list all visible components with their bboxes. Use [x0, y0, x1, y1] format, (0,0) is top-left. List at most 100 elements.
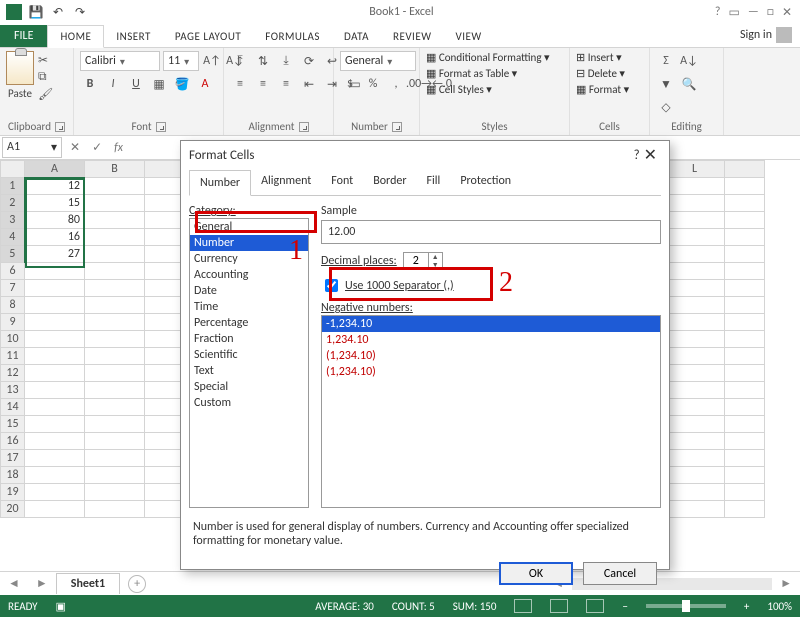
format-painter-icon[interactable]: 🖌: [38, 87, 54, 101]
cell[interactable]: [85, 348, 145, 365]
cell[interactable]: [85, 450, 145, 467]
decimal-places-spinner[interactable]: ▲▼: [403, 252, 443, 270]
category-item[interactable]: General: [190, 219, 308, 235]
formulas-tab[interactable]: FORMULAS: [253, 26, 332, 47]
cell[interactable]: 80: [25, 212, 85, 229]
cell[interactable]: [85, 263, 145, 280]
clear-icon[interactable]: ◇: [656, 97, 676, 117]
cell[interactable]: [85, 365, 145, 382]
cell[interactable]: [665, 433, 725, 450]
cell[interactable]: [725, 365, 765, 382]
row-header[interactable]: 20: [1, 501, 25, 518]
font-color-button[interactable]: A: [195, 74, 215, 94]
align-right-icon[interactable]: ≡: [276, 74, 296, 94]
align-left-icon[interactable]: ≡: [230, 74, 250, 94]
zoom-slider[interactable]: [646, 604, 726, 608]
row-header[interactable]: 2: [1, 195, 25, 212]
align-top-icon[interactable]: ⤒: [230, 51, 250, 71]
cell[interactable]: [25, 501, 85, 518]
spin-down-icon[interactable]: ▼: [429, 261, 442, 269]
cell[interactable]: [665, 212, 725, 229]
dialog-tab-alignment[interactable]: Alignment: [251, 169, 321, 195]
category-item[interactable]: Accounting: [190, 267, 308, 283]
cell[interactable]: 16: [25, 229, 85, 246]
number-launcher[interactable]: [392, 122, 402, 132]
cell[interactable]: [665, 365, 725, 382]
cell[interactable]: [25, 416, 85, 433]
row-header[interactable]: 3: [1, 212, 25, 229]
format-cells-button[interactable]: ▦ Format ▾: [576, 83, 629, 96]
review-tab[interactable]: REVIEW: [381, 26, 444, 47]
cell[interactable]: [725, 178, 765, 195]
cell[interactable]: [725, 229, 765, 246]
row-header[interactable]: 9: [1, 314, 25, 331]
cell[interactable]: [725, 416, 765, 433]
cut-icon[interactable]: ✂: [38, 53, 54, 67]
fill-icon[interactable]: ▼: [656, 74, 676, 94]
cell[interactable]: [665, 501, 725, 518]
cell[interactable]: [725, 314, 765, 331]
insert-cells-button[interactable]: ⊞ Insert ▾: [576, 51, 629, 64]
file-tab[interactable]: FILE: [0, 25, 47, 47]
number-format-combo[interactable]: General▾: [340, 51, 416, 71]
comma-icon[interactable]: ,: [386, 74, 406, 94]
zoom-out-button[interactable]: −: [622, 600, 627, 613]
category-item[interactable]: Fraction: [190, 331, 308, 347]
home-tab[interactable]: HOME: [47, 25, 104, 48]
underline-button[interactable]: U: [126, 74, 146, 94]
cell[interactable]: [725, 382, 765, 399]
insert-tab[interactable]: INSERT: [104, 26, 163, 47]
row-header[interactable]: 14: [1, 399, 25, 416]
cell[interactable]: [725, 280, 765, 297]
cell[interactable]: [85, 416, 145, 433]
font-name-combo[interactable]: Calibri▾: [80, 51, 160, 71]
currency-icon[interactable]: $: [340, 74, 360, 94]
category-item[interactable]: Scientific: [190, 347, 308, 363]
category-item[interactable]: Text: [190, 363, 308, 379]
page-layout-tab[interactable]: PAGE LAYOUT: [163, 26, 253, 47]
cell[interactable]: [725, 433, 765, 450]
cell[interactable]: [25, 399, 85, 416]
row-header[interactable]: 4: [1, 229, 25, 246]
new-sheet-button[interactable]: +: [128, 575, 146, 593]
cell[interactable]: [85, 484, 145, 501]
copy-icon[interactable]: ⧉: [38, 70, 54, 84]
data-tab[interactable]: DATA: [332, 26, 381, 47]
cell[interactable]: [665, 229, 725, 246]
normal-view-icon[interactable]: [514, 599, 532, 613]
dialog-tab-font[interactable]: Font: [321, 169, 363, 195]
row-header[interactable]: 15: [1, 416, 25, 433]
cell[interactable]: [85, 399, 145, 416]
negative-numbers-list[interactable]: -1,234.101,234.10(1,234.10)(1,234.10): [321, 315, 661, 508]
sheet-nav-next[interactable]: ►: [28, 576, 56, 591]
orientation-icon[interactable]: ⟳: [299, 51, 319, 71]
sign-in[interactable]: Sign in: [736, 23, 800, 47]
cell[interactable]: [665, 450, 725, 467]
row-header[interactable]: 10: [1, 331, 25, 348]
column-header[interactable]: L: [665, 161, 725, 178]
format-as-table-button[interactable]: ▦ Format as Table ▾: [426, 67, 550, 80]
column-header[interactable]: A: [25, 161, 85, 178]
row-header[interactable]: 7: [1, 280, 25, 297]
cell[interactable]: [665, 382, 725, 399]
cell[interactable]: [725, 484, 765, 501]
record-macro-icon[interactable]: ▣: [56, 600, 66, 613]
cell[interactable]: [725, 450, 765, 467]
paste-button[interactable]: Paste: [6, 51, 34, 100]
cell[interactable]: [85, 433, 145, 450]
cell[interactable]: [665, 280, 725, 297]
category-item[interactable]: Percentage: [190, 315, 308, 331]
close-icon[interactable]: ✕: [782, 5, 792, 20]
cell[interactable]: [25, 348, 85, 365]
cell[interactable]: [725, 212, 765, 229]
redo-icon[interactable]: ↷: [72, 4, 88, 20]
delete-cells-button[interactable]: ⊟ Delete ▾: [576, 67, 629, 80]
row-header[interactable]: 18: [1, 467, 25, 484]
cell[interactable]: [85, 212, 145, 229]
cell[interactable]: [25, 331, 85, 348]
cell[interactable]: [25, 297, 85, 314]
cell[interactable]: [85, 297, 145, 314]
row-header[interactable]: 16: [1, 433, 25, 450]
negative-number-item[interactable]: (1,234.10): [322, 364, 660, 380]
cell[interactable]: 27: [25, 246, 85, 263]
